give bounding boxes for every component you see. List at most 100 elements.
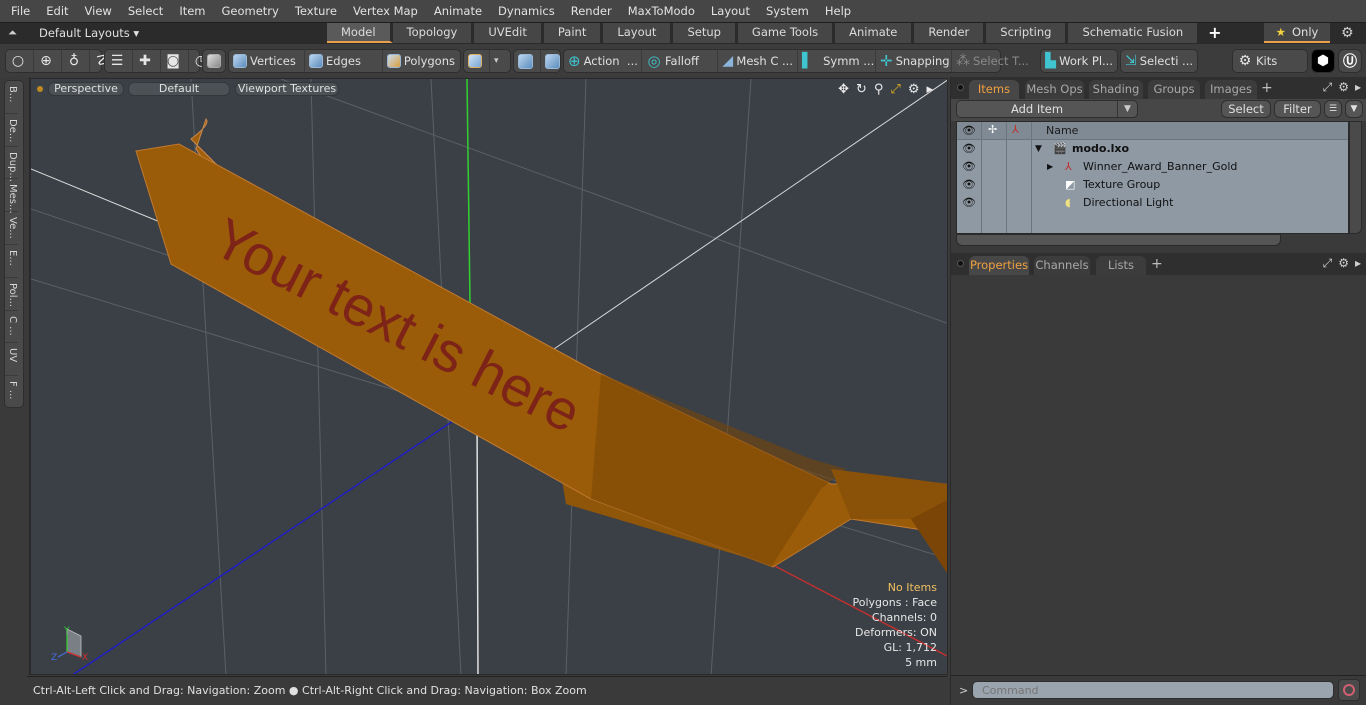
- add-panel-tab-plus-icon[interactable]: +: [1151, 256, 1163, 272]
- name-column-header[interactable]: Name: [1046, 124, 1078, 137]
- panel-gear-icon[interactable]: ⚙: [1338, 80, 1349, 95]
- viewport-arrow-right-icon[interactable]: ▸: [926, 82, 933, 97]
- tab-uvedit[interactable]: UVEdit: [474, 23, 544, 43]
- view-mode-button[interactable]: Perspective: [48, 82, 124, 96]
- expand-icon[interactable]: ⤢: [1323, 256, 1333, 271]
- material-dropdown[interactable]: ▾: [490, 50, 503, 72]
- menu-vertex-map[interactable]: Vertex Map: [345, 4, 426, 18]
- 3d-viewport[interactable]: Your text is here Y X Z Perspective Defa…: [30, 78, 948, 675]
- tab-layout[interactable]: Layout: [603, 23, 674, 43]
- globe-button[interactable]: ⊕: [34, 50, 62, 72]
- menu-texture[interactable]: Texture: [287, 4, 345, 18]
- left-tab-basic[interactable]: B...: [5, 81, 18, 114]
- circle-select-button[interactable]: ○: [6, 50, 34, 72]
- panel-arrow-right-icon[interactable]: ▸: [1355, 256, 1361, 271]
- visibility-eye-icon[interactable]: 👁: [962, 140, 976, 158]
- tab-animate[interactable]: Animate: [835, 23, 915, 43]
- tree-horizontal-scrollbar[interactable]: [956, 234, 1281, 246]
- left-tab-polygon[interactable]: Pol...: [5, 278, 18, 311]
- action-center-button[interactable]: ⊕ Action ...: [564, 50, 642, 72]
- symmetry-button[interactable]: ▌ Symm ...: [798, 50, 876, 72]
- tab-images[interactable]: Images: [1205, 80, 1257, 99]
- panel-menu-dot[interactable]: [957, 260, 964, 267]
- snapping-button[interactable]: ✛ Snapping: [876, 50, 952, 72]
- list-options-icon[interactable]: ☰: [1324, 100, 1342, 118]
- menu-animate[interactable]: Animate: [426, 4, 490, 18]
- vertices-button[interactable]: Vertices: [229, 50, 305, 72]
- menu-file[interactable]: File: [0, 4, 38, 18]
- tab-setup[interactable]: Setup: [673, 23, 738, 43]
- work-plane-button[interactable]: ▙ Work Pl...: [1041, 50, 1117, 72]
- only-toggle[interactable]: ★ Only: [1264, 23, 1330, 43]
- add-item-dropdown-icon[interactable]: ▼: [1117, 101, 1137, 117]
- selection-sets-button[interactable]: ⇲ Selecti ...: [1121, 50, 1197, 72]
- menu-layout[interactable]: Layout: [703, 4, 758, 18]
- polygons-button[interactable]: Polygons: [383, 50, 459, 72]
- mesh-constraint-button[interactable]: ◢ Mesh C ...: [718, 50, 798, 72]
- center-button[interactable]: [514, 50, 541, 72]
- menu-help[interactable]: Help: [817, 4, 859, 18]
- tree-vertical-scrollbar[interactable]: [1349, 121, 1362, 234]
- panel-arrow-right-icon[interactable]: ▸: [1355, 80, 1361, 95]
- tab-model[interactable]: Model: [327, 23, 393, 43]
- funnel-filter-icon[interactable]: ▼: [1345, 100, 1363, 118]
- tree-row-texture-group[interactable]: 👁 ◩ Texture Group: [957, 176, 1348, 194]
- command-input[interactable]: [972, 681, 1334, 699]
- menu-render[interactable]: Render: [563, 4, 620, 18]
- menu-geometry[interactable]: Geometry: [214, 4, 287, 18]
- cross-button[interactable]: ✚: [133, 50, 161, 72]
- tab-lists[interactable]: Lists: [1096, 256, 1146, 275]
- texture-mode-button[interactable]: Viewport Textures: [235, 82, 339, 96]
- left-tab-vertex[interactable]: Ve...: [5, 212, 18, 245]
- visibility-eye-icon[interactable]: 👁: [962, 176, 976, 194]
- tab-properties[interactable]: Properties: [969, 256, 1029, 275]
- material-mode-button[interactable]: [464, 50, 490, 72]
- tree-row-light[interactable]: 👁 ◖ Directional Light: [957, 194, 1348, 212]
- menu-dynamics[interactable]: Dynamics: [490, 4, 563, 18]
- pen-button[interactable]: ♁: [62, 50, 90, 72]
- add-tab-plus-icon[interactable]: +: [1200, 23, 1229, 44]
- menu-maxtomodo[interactable]: MaxToModo: [620, 4, 703, 18]
- add-panel-tab-plus-icon[interactable]: +: [1261, 80, 1273, 96]
- left-tab-duplicate[interactable]: Dup...: [5, 147, 18, 182]
- kits-button[interactable]: ⚙ Kits: [1233, 50, 1307, 72]
- tab-shading[interactable]: Shading: [1089, 80, 1143, 99]
- menu-edit[interactable]: Edit: [38, 4, 76, 18]
- visibility-eye-icon[interactable]: 👁: [962, 158, 976, 176]
- panel-gear-icon[interactable]: ⚙: [1338, 256, 1349, 271]
- left-tab-curve[interactable]: C ...: [5, 311, 18, 344]
- visibility-eye-icon[interactable]: 👁: [962, 194, 976, 212]
- pan-icon[interactable]: ✥: [838, 82, 849, 97]
- unreal-button[interactable]: Ⓤ: [1338, 49, 1362, 73]
- tab-mesh-ops[interactable]: Mesh Ops: [1025, 80, 1084, 99]
- tree-row-scene[interactable]: 👁 ▼ 🎬 modo.lxo: [957, 140, 1348, 158]
- panel-menu-dot[interactable]: [957, 84, 964, 91]
- square-circle-button[interactable]: ◙: [161, 50, 189, 72]
- modo-cube-button[interactable]: ⬢: [1311, 49, 1335, 73]
- menu-item[interactable]: Item: [171, 4, 213, 18]
- tab-render[interactable]: Render: [914, 23, 987, 43]
- rotate-icon[interactable]: ↻: [856, 82, 867, 97]
- maximize-icon[interactable]: ⤢: [890, 82, 900, 97]
- tab-scripting[interactable]: Scripting: [986, 23, 1069, 43]
- filter-button[interactable]: Filter: [1274, 100, 1321, 118]
- stack-button[interactable]: ☰: [105, 50, 133, 72]
- gear-icon[interactable]: ⚙: [1341, 25, 1354, 41]
- expand-icon[interactable]: ⤢: [1323, 80, 1333, 95]
- default-layouts-dropdown[interactable]: Default Layouts ▾: [39, 26, 139, 40]
- tab-schematic-fusion[interactable]: Schematic Fusion: [1068, 23, 1201, 43]
- tab-game-tools[interactable]: Game Tools: [737, 23, 836, 43]
- menu-view[interactable]: View: [77, 4, 120, 18]
- viewport-gear-icon[interactable]: ⚙: [908, 82, 920, 97]
- left-tab-mesh-edit[interactable]: Mes...: [5, 179, 18, 214]
- tree-row-mesh[interactable]: 👁 ▶ ⅄ Winner_Award_Banner_Gold: [957, 158, 1348, 176]
- menu-select[interactable]: Select: [120, 4, 171, 18]
- tab-topology[interactable]: Topology: [392, 23, 475, 43]
- expand-down-icon[interactable]: ▼: [1035, 140, 1042, 158]
- select-through-button[interactable]: ⁂ Select T...: [952, 50, 1029, 72]
- left-tab-deform[interactable]: De...: [5, 114, 18, 147]
- collapse-up-icon[interactable]: ⏶: [8, 26, 22, 40]
- left-tab-uv[interactable]: UV: [5, 343, 18, 377]
- edges-button[interactable]: Edges: [305, 50, 383, 72]
- tab-items[interactable]: Items: [969, 80, 1019, 99]
